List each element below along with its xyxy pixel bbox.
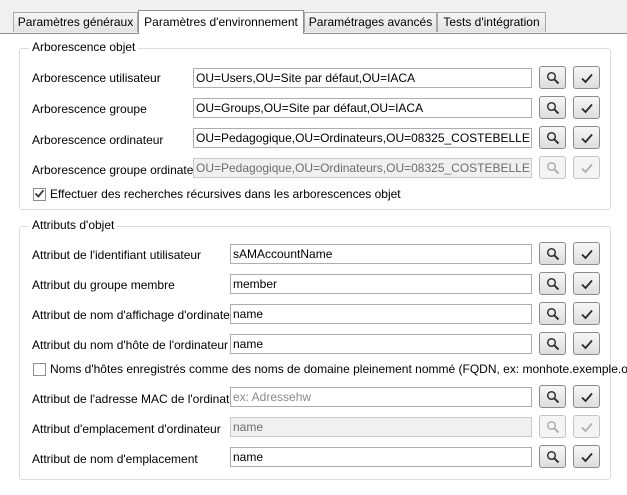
location-attr-validate-button[interactable] bbox=[573, 415, 600, 438]
display-name-attr-input[interactable]: name bbox=[230, 304, 532, 324]
checkmark-icon bbox=[580, 390, 594, 404]
recursive-search-checkbox[interactable] bbox=[33, 188, 46, 201]
group-tree-search-button[interactable] bbox=[539, 96, 566, 119]
checkmark-icon bbox=[580, 420, 594, 434]
hostname-attr-label: Attribut du nom d'hôte de l'ordinateur bbox=[32, 338, 229, 352]
member-attr-label: Attribut du groupe membre bbox=[32, 278, 175, 292]
attributes-group-title: Attributs d'objet bbox=[29, 218, 118, 232]
checkmark-icon bbox=[580, 277, 594, 291]
computer-tree-validate-button[interactable] bbox=[573, 126, 600, 149]
checkmark-icon bbox=[580, 337, 594, 351]
checkmark-icon bbox=[580, 450, 594, 464]
mac-attr-validate-button[interactable] bbox=[573, 385, 600, 408]
hostname-attr-input[interactable]: name bbox=[230, 334, 532, 354]
magnifier-icon bbox=[546, 277, 560, 291]
tree-group-title: Arborescence objet bbox=[29, 40, 139, 54]
fqdn-checkbox[interactable] bbox=[33, 363, 46, 376]
member-attr-search-button[interactable] bbox=[539, 272, 566, 295]
checkmark-icon bbox=[580, 247, 594, 261]
magnifier-icon bbox=[546, 247, 560, 261]
checkmark-icon bbox=[580, 161, 594, 175]
location-name-attr-search-button[interactable] bbox=[539, 445, 566, 468]
computer-tree-search-button[interactable] bbox=[539, 126, 566, 149]
location-name-attr-input[interactable]: name bbox=[230, 447, 532, 467]
group-tree-label: Arborescence groupe bbox=[32, 102, 147, 116]
tab-bar: Paramètres généraux Paramètres d'environ… bbox=[0, 0, 627, 34]
display-name-attr-validate-button[interactable] bbox=[573, 302, 600, 325]
magnifier-icon bbox=[546, 420, 560, 434]
group-tree-validate-button[interactable] bbox=[573, 96, 600, 119]
user-id-attr-validate-button[interactable] bbox=[573, 242, 600, 265]
hostname-attr-validate-button[interactable] bbox=[573, 332, 600, 355]
magnifier-icon bbox=[546, 337, 560, 351]
checkmark-icon bbox=[34, 188, 45, 202]
user-id-attr-input[interactable]: sAMAccountName bbox=[230, 244, 532, 264]
location-attr-input[interactable]: name bbox=[230, 417, 532, 437]
checkmark-icon bbox=[580, 71, 594, 85]
fqdn-label: Noms d'hôtes enregistrés comme des noms … bbox=[50, 362, 627, 376]
computer-tree-label: Arborescence ordinateur bbox=[32, 133, 164, 147]
computer-group-tree-search-button[interactable] bbox=[539, 156, 566, 179]
checkmark-icon bbox=[580, 307, 594, 321]
magnifier-icon bbox=[546, 307, 560, 321]
mac-attr-search-button[interactable] bbox=[539, 385, 566, 408]
mac-attr-label: Attribut de l'adresse MAC de l'ordinateu… bbox=[32, 392, 247, 406]
user-tree-input[interactable]: OU=Users,OU=Site par défaut,OU=IACA bbox=[193, 68, 532, 88]
hostname-attr-search-button[interactable] bbox=[539, 332, 566, 355]
user-id-attr-label: Attribut de l'identifiant utilisateur bbox=[32, 248, 202, 262]
magnifier-icon bbox=[546, 390, 560, 404]
magnifier-icon bbox=[546, 161, 560, 175]
member-attr-validate-button[interactable] bbox=[573, 272, 600, 295]
tab-environment-settings[interactable]: Paramètres d'environnement bbox=[138, 10, 304, 34]
magnifier-icon bbox=[546, 101, 560, 115]
checkmark-icon bbox=[580, 131, 594, 145]
computer-group-tree-label: Arborescence groupe ordinateur bbox=[32, 163, 205, 177]
display-name-attr-search-button[interactable] bbox=[539, 302, 566, 325]
computer-tree-input[interactable]: OU=Pedagogique,OU=Ordinateurs,OU=08325_C… bbox=[193, 128, 532, 148]
magnifier-icon bbox=[546, 450, 560, 464]
tab-advanced-settings[interactable]: Paramétrages avancés bbox=[304, 12, 437, 32]
display-name-attr-label: Attribut de nom d'affichage d'ordinateur bbox=[32, 308, 241, 322]
computer-group-tree-input[interactable]: OU=Pedagogique,OU=Ordinateurs,OU=08325_C… bbox=[193, 158, 532, 178]
mac-attr-input[interactable]: ex: Adressehw bbox=[230, 387, 532, 407]
magnifier-icon bbox=[546, 71, 560, 85]
user-tree-validate-button[interactable] bbox=[573, 66, 600, 89]
location-name-attr-validate-button[interactable] bbox=[573, 445, 600, 468]
tab-integration-tests[interactable]: Tests d'intégration bbox=[437, 12, 546, 32]
location-name-attr-label: Attribut de nom d'emplacement bbox=[32, 452, 198, 466]
location-attr-search-button[interactable] bbox=[539, 415, 566, 438]
computer-group-tree-validate-button[interactable] bbox=[573, 156, 600, 179]
user-tree-label: Arborescence utilisateur bbox=[32, 71, 161, 85]
tab-general-settings[interactable]: Paramètres généraux bbox=[13, 12, 138, 32]
member-attr-input[interactable]: member bbox=[230, 274, 532, 294]
location-attr-label: Attribut d'emplacement d'ordinateur bbox=[32, 422, 221, 436]
user-id-attr-search-button[interactable] bbox=[539, 242, 566, 265]
magnifier-icon bbox=[546, 131, 560, 145]
group-tree-input[interactable]: OU=Groups,OU=Site par défaut,OU=IACA bbox=[193, 98, 532, 118]
tab-panel: Arborescence objet Arborescence utilisat… bbox=[0, 33, 627, 495]
checkmark-icon bbox=[580, 101, 594, 115]
user-tree-search-button[interactable] bbox=[539, 66, 566, 89]
recursive-search-label: Effectuer des recherches récursives dans… bbox=[50, 187, 401, 201]
